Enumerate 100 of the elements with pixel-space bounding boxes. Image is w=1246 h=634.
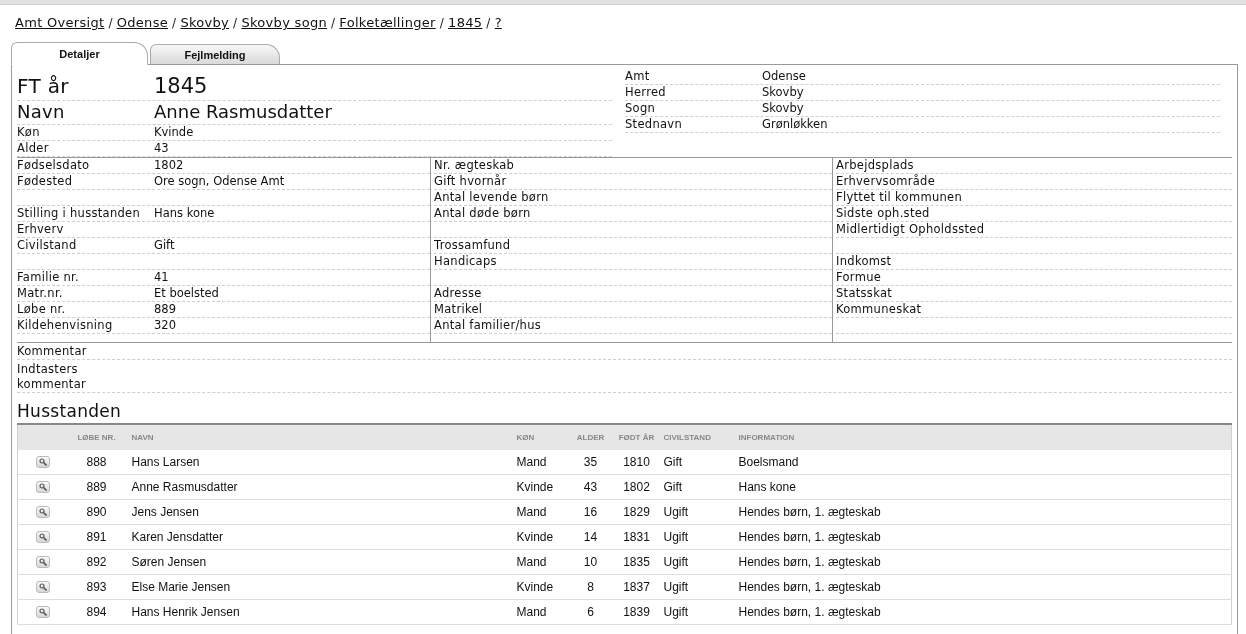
table-cell: 893 — [67, 574, 126, 600]
table-cell: 1839 — [615, 599, 658, 625]
breadcrumb-link[interactable]: Folketællinger — [339, 15, 436, 30]
table-cell: 889 — [67, 474, 126, 500]
field-label: Stednavn — [625, 117, 683, 132]
field-value: 43 — [154, 141, 170, 156]
table-cell: 1837 — [615, 574, 658, 600]
field-value: 889 — [154, 302, 177, 317]
field-label: Statsskat — [836, 286, 894, 301]
table-cell: Hans Larsen — [125, 450, 511, 475]
field-value: 1802 — [154, 158, 185, 173]
field-label: Alder — [17, 141, 50, 156]
field-label: Kommuneskat — [836, 302, 923, 317]
field-label: Sidste oph.sted — [836, 206, 931, 221]
table-cell: Jens Jensen — [125, 499, 511, 525]
field-label: Fødested — [17, 174, 74, 189]
breadcrumb-link[interactable]: ? — [494, 15, 502, 30]
field-label: Erhverv — [17, 222, 65, 237]
table-cell: Gift — [657, 450, 733, 475]
table-cell: Hendes børn, 1. ægteskab — [732, 599, 1232, 625]
field-value: Grønløkken — [762, 117, 829, 132]
field-value: Hans kone — [154, 206, 216, 221]
table-cell: 6 — [565, 599, 616, 625]
table-cell: Ugift — [657, 499, 733, 525]
field-label: Kommentar — [17, 344, 88, 359]
table-cell: 892 — [67, 549, 126, 575]
field-label: Nr. ægteskab — [434, 158, 516, 173]
table-cell: Hendes børn, 1. ægteskab — [732, 524, 1232, 550]
table-cell: 35 — [565, 450, 616, 475]
field-label: Indkomst — [836, 254, 893, 269]
search-button[interactable] — [35, 606, 50, 618]
field-value: 41 — [154, 270, 170, 285]
search-icon — [38, 608, 47, 616]
table-cell: 888 — [67, 450, 126, 475]
breadcrumb-separator: / — [233, 16, 238, 30]
field-value: 320 — [154, 318, 177, 333]
search-button[interactable] — [35, 456, 50, 468]
tab[interactable]: Detaljer — [11, 42, 148, 65]
table-cell: Gift — [657, 474, 733, 500]
table-cell: Else Marie Jensen — [125, 574, 511, 600]
field-label: Handicaps — [434, 254, 498, 269]
field-value: Gift — [154, 238, 176, 253]
table-cell: 1810 — [615, 450, 658, 475]
table-cell: Mand — [510, 549, 566, 575]
table-cell: Kvinde — [510, 474, 566, 500]
column-header: LØBE NR. — [67, 424, 126, 450]
field-label: Matr.nr. — [17, 286, 64, 301]
table-cell: Mand — [510, 499, 566, 525]
table-cell: Søren Jensen — [125, 549, 511, 575]
table-cell: Mand — [510, 599, 566, 625]
field-label: Amt — [625, 69, 651, 84]
breadcrumb-separator: / — [439, 16, 445, 30]
breadcrumb-separator: / — [108, 16, 113, 30]
table-cell: Ugift — [657, 574, 733, 600]
search-icon — [38, 508, 47, 516]
table-cell: Kvinde — [510, 574, 566, 600]
field-label: Flyttet til kommunen — [836, 190, 964, 205]
table-cell: Karen Jensdatter — [125, 524, 511, 550]
field-label: Civilstand — [17, 238, 78, 253]
breadcrumb-link[interactable]: Skovby — [180, 15, 230, 30]
table-cell: 894 — [67, 599, 126, 625]
table-cell: Hendes børn, 1. ægteskab — [732, 549, 1232, 575]
breadcrumb-separator: / — [172, 16, 177, 30]
breadcrumb-link[interactable]: Skovby sogn — [241, 15, 327, 30]
field-value: Ore sogn, Odense Amt — [154, 174, 286, 189]
field-label: Kildehenvisning — [17, 318, 114, 333]
table-cell: 14 — [565, 524, 616, 550]
field-label: Arbejdsplads — [836, 158, 915, 173]
breadcrumb-link[interactable]: 1845 — [448, 15, 483, 30]
tab[interactable]: Fejlmelding — [150, 44, 280, 64]
search-button[interactable] — [35, 581, 50, 593]
field-label: Løbe nr. — [17, 302, 67, 317]
search-icon — [38, 483, 47, 491]
table-cell: 1802 — [615, 474, 658, 500]
table-cell: 8 — [565, 574, 616, 600]
search-button[interactable] — [35, 556, 50, 568]
field-label: FT år — [17, 73, 70, 99]
field-label: Stilling i husstanden — [17, 206, 142, 221]
table-cell: Anne Rasmusdatter — [125, 474, 511, 500]
table-cell: Boelsmand — [732, 450, 1232, 475]
search-button[interactable] — [35, 531, 50, 543]
search-button[interactable] — [35, 506, 50, 518]
breadcrumb-link[interactable]: Odense — [116, 15, 169, 30]
search-icon — [38, 458, 47, 466]
person-name: Anne Rasmusdatter — [154, 101, 333, 123]
field-value: Skovby — [762, 85, 805, 100]
field-label: Antal familier/hus — [434, 318, 543, 333]
breadcrumb-link[interactable]: Amt Oversigt — [15, 15, 105, 30]
table-cell: Hendes børn, 1. ægteskab — [732, 499, 1232, 525]
field-label: Midlertidigt Opholdssted — [836, 222, 986, 237]
field-value: Kvinde — [154, 125, 195, 140]
column-header: FØDT ÅR — [615, 424, 658, 450]
table-cell: 16 — [565, 499, 616, 525]
column-header: CIVILSTAND — [657, 424, 733, 450]
table-cell: Hans Henrik Jensen — [125, 599, 511, 625]
table-cell: Hans kone — [732, 474, 1232, 500]
section-heading: Husstanden — [17, 401, 123, 421]
search-button[interactable] — [35, 481, 50, 493]
field-label: Fødselsdato — [17, 158, 91, 173]
field-label: Adresse — [434, 286, 483, 301]
